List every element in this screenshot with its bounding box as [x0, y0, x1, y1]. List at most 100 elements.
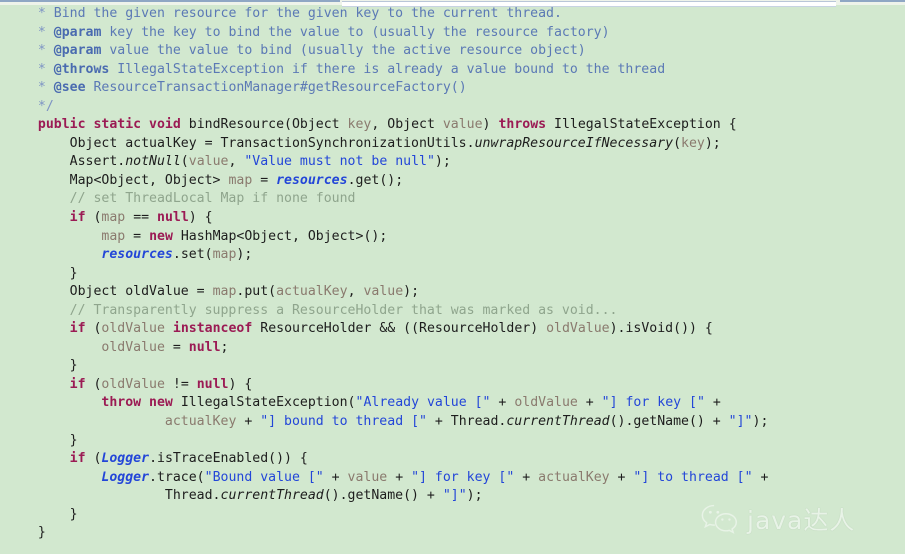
code-token-plain: ().getName() +: [323, 488, 443, 504]
code-token-doctag: @param: [53, 24, 102, 40]
code-token-param: oldValue: [546, 321, 610, 337]
code-token-plain: HashMap<Object, Object>();: [172, 228, 388, 244]
code-token-plain: Object oldValue =: [69, 284, 213, 300]
code-token-docstar: *: [37, 80, 54, 96]
code-token-doctag: @see: [53, 80, 86, 96]
code-token-statm: currentThread: [220, 488, 324, 504]
code-token-plain: bindResource(Object: [180, 117, 348, 133]
code-token-plain: ==: [125, 210, 158, 226]
code-line: // Transparently suppress a ResourceHold…: [0, 302, 905, 321]
code-token-plain: (: [85, 210, 102, 226]
code-token-plain: (: [85, 321, 102, 337]
code-line: * @param value the value to bind (usuall…: [0, 42, 905, 61]
code-token-str: "]": [442, 488, 467, 504]
chrome-rule-left: [0, 0, 340, 2]
code-token-param: map: [101, 210, 126, 226]
code-token-plain: +: [752, 469, 769, 485]
code-token-str: "Value must not be null": [244, 154, 435, 170]
code-token-kw: if: [69, 321, 86, 337]
code-token-plain: +: [514, 469, 539, 485]
code-token-param: actualKey: [164, 414, 237, 430]
code-line: * Bind the given resource for the given …: [0, 5, 905, 24]
code-editor-content[interactable]: * Bind the given resource for the given …: [0, 5, 905, 543]
code-line: public static void bindResource(Object k…: [0, 116, 905, 135]
code-line: }: [0, 432, 905, 451]
code-token-kw: throw new: [101, 395, 173, 411]
code-token-plain: );: [752, 414, 769, 430]
code-token-param: map: [212, 247, 237, 263]
code-token-plain: (: [673, 135, 682, 151]
code-token-str: "Already value [": [355, 395, 491, 411]
code-token-plain: , Object: [371, 117, 443, 133]
code-token-plain: =: [164, 339, 189, 355]
code-token-plain: ) {: [188, 210, 213, 226]
code-token-kw: null: [196, 376, 229, 392]
code-line: actualKey + "] bound to thread [" + Thre…: [0, 413, 905, 432]
code-token-plain: IllegalStateException(: [172, 395, 356, 411]
code-token-str: "] to thread [": [633, 469, 753, 485]
code-token-plain: ,: [228, 154, 245, 170]
code-token-plain: Assert.: [69, 154, 126, 170]
code-token-plain: =: [252, 172, 277, 188]
code-line: // set ThreadLocal Map if none found: [0, 190, 905, 209]
code-token-field: resources: [101, 247, 173, 263]
code-token-plain: Object actualKey = TransactionSynchroniz…: [69, 135, 475, 151]
code-token-param: key: [681, 135, 705, 151]
code-token-str: "] for key [": [601, 395, 705, 411]
code-token-str: "] for key [": [411, 469, 515, 485]
code-token-plain: }: [37, 525, 46, 541]
code-token-plain: ) {: [228, 376, 253, 392]
code-token-param: actualKey: [538, 469, 610, 485]
chrome-rule-right: [840, 0, 905, 2]
code-token-plain: }: [69, 265, 78, 281]
code-token-plain: ).isVoid()) {: [609, 321, 713, 337]
code-line: if (oldValue instanceof ResourceHolder &…: [0, 320, 905, 339]
code-token-param: value: [363, 284, 404, 300]
code-screenshot: * Bind the given resource for the given …: [0, 0, 905, 554]
code-token-plain: +: [609, 469, 634, 485]
code-token-kw: public static void: [37, 117, 181, 133]
code-token-plain: );: [434, 154, 451, 170]
code-token-kw: throws: [498, 117, 547, 133]
code-token-plain: );: [236, 247, 253, 263]
code-token-plain: );: [704, 135, 721, 151]
code-line: if (Logger.isTraceEnabled()) {: [0, 450, 905, 469]
code-token-plain: ().getName() +: [609, 414, 729, 430]
code-token-doc: IllegalStateException if there is alread…: [109, 61, 666, 77]
code-token-str: "]": [728, 414, 753, 430]
code-token-param: oldValue: [514, 395, 578, 411]
code-line: }: [0, 506, 905, 525]
code-token-plain: .set(: [172, 247, 213, 263]
code-token-plain: }: [69, 506, 78, 522]
code-token-doc: key the key to bind the value to (usuall…: [101, 24, 610, 40]
code-token-plain: Thread.: [164, 488, 221, 504]
code-token-param: oldValue: [101, 321, 165, 337]
code-token-plain: +: [490, 395, 515, 411]
code-token-plain: ,: [347, 284, 364, 300]
code-token-docstar: */: [37, 98, 54, 114]
code-token-plain: +: [323, 469, 348, 485]
code-token-field: Logger: [101, 451, 150, 467]
code-line: if (map == null) {: [0, 209, 905, 228]
code-line: Object oldValue = map.put(actualKey, val…: [0, 283, 905, 302]
code-token-plain: (: [180, 154, 189, 170]
code-token-plain: );: [403, 284, 420, 300]
code-token-plain: !=: [164, 376, 197, 392]
code-token-kw: null: [188, 339, 221, 355]
code-token-plain: + Thread.: [426, 414, 507, 430]
code-line: Thread.currentThread().getName() + "]");: [0, 487, 905, 506]
code-token-kw: if: [69, 376, 86, 392]
